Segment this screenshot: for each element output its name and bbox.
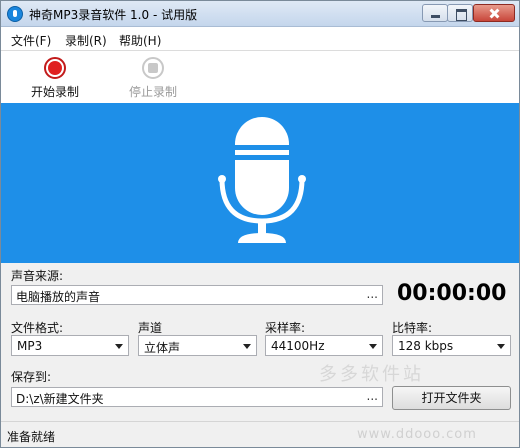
close-button[interactable] <box>473 4 515 22</box>
source-field[interactable]: 电脑播放的声音 ... <box>11 285 383 305</box>
save-browse-button[interactable]: ... <box>367 389 378 403</box>
save-path-value: D:\z\新建文件夹 <box>16 392 104 406</box>
format-label: 文件格式: <box>11 321 64 335</box>
status-text: 准备就绪 <box>7 430 56 444</box>
format-value: MP3 <box>17 339 43 353</box>
watermark-url: www.ddooo.com <box>357 427 477 442</box>
status-bar: 准备就绪 www.ddooo.com <box>1 421 519 447</box>
toolbar: 开始录制 停止录制 <box>1 51 519 103</box>
save-path-field[interactable]: D:\z\新建文件夹 ... <box>11 387 383 407</box>
samplerate-select[interactable]: 44100Hz <box>265 335 383 356</box>
chevron-down-icon <box>497 344 505 349</box>
title-bar[interactable]: 神奇MP3录音软件 1.0 - 试用版 <box>1 1 519 27</box>
start-record-button[interactable]: 开始录制 <box>15 57 95 101</box>
app-window: 神奇MP3录音软件 1.0 - 试用版 文件(F) 录制(R) 帮助(H) 开始… <box>0 0 520 448</box>
minimize-button[interactable] <box>422 4 448 22</box>
channel-label: 声道 <box>138 321 163 335</box>
format-select[interactable]: MP3 <box>11 335 129 356</box>
watermark-text: 多多软件站 <box>319 364 424 385</box>
bitrate-label: 比特率: <box>392 321 433 335</box>
source-label: 声音来源: <box>11 269 64 283</box>
menu-file[interactable]: 文件(F) <box>11 32 51 49</box>
menu-bar: 文件(F) 录制(R) 帮助(H) <box>1 27 519 51</box>
stop-icon <box>142 57 164 79</box>
bitrate-select[interactable]: 128 kbps <box>392 335 511 356</box>
settings-form: 声音来源: 电脑播放的声音 ... 00:00:00 文件格式: MP3 声道 … <box>1 263 519 421</box>
window-title: 神奇MP3录音软件 1.0 - 试用版 <box>29 8 198 22</box>
menu-record[interactable]: 录制(R) <box>65 32 107 49</box>
timer-display: 00:00:00 <box>397 281 507 306</box>
source-browse-button[interactable]: ... <box>367 287 378 301</box>
app-record-icon <box>7 6 23 22</box>
channel-value: 立体声 <box>144 341 181 355</box>
stop-record-button[interactable]: 停止录制 <box>113 57 193 101</box>
open-folder-button[interactable]: 打开文件夹 <box>392 386 511 410</box>
samplerate-value: 44100Hz <box>271 339 325 353</box>
chevron-down-icon <box>243 344 251 349</box>
chevron-down-icon <box>115 344 123 349</box>
start-record-label: 开始录制 <box>30 85 79 99</box>
save-label: 保存到: <box>11 370 52 384</box>
stop-record-label: 停止录制 <box>128 85 177 99</box>
source-value: 电脑播放的声音 <box>16 290 101 304</box>
microphone-icon <box>218 117 306 243</box>
menu-help[interactable]: 帮助(H) <box>119 32 161 49</box>
microphone-banner <box>1 103 519 263</box>
maximize-button[interactable] <box>447 4 473 22</box>
bitrate-value: 128 kbps <box>398 339 454 353</box>
record-icon <box>44 57 66 79</box>
samplerate-label: 采样率: <box>265 321 306 335</box>
channel-select[interactable]: 立体声 <box>138 335 257 356</box>
chevron-down-icon <box>369 344 377 349</box>
